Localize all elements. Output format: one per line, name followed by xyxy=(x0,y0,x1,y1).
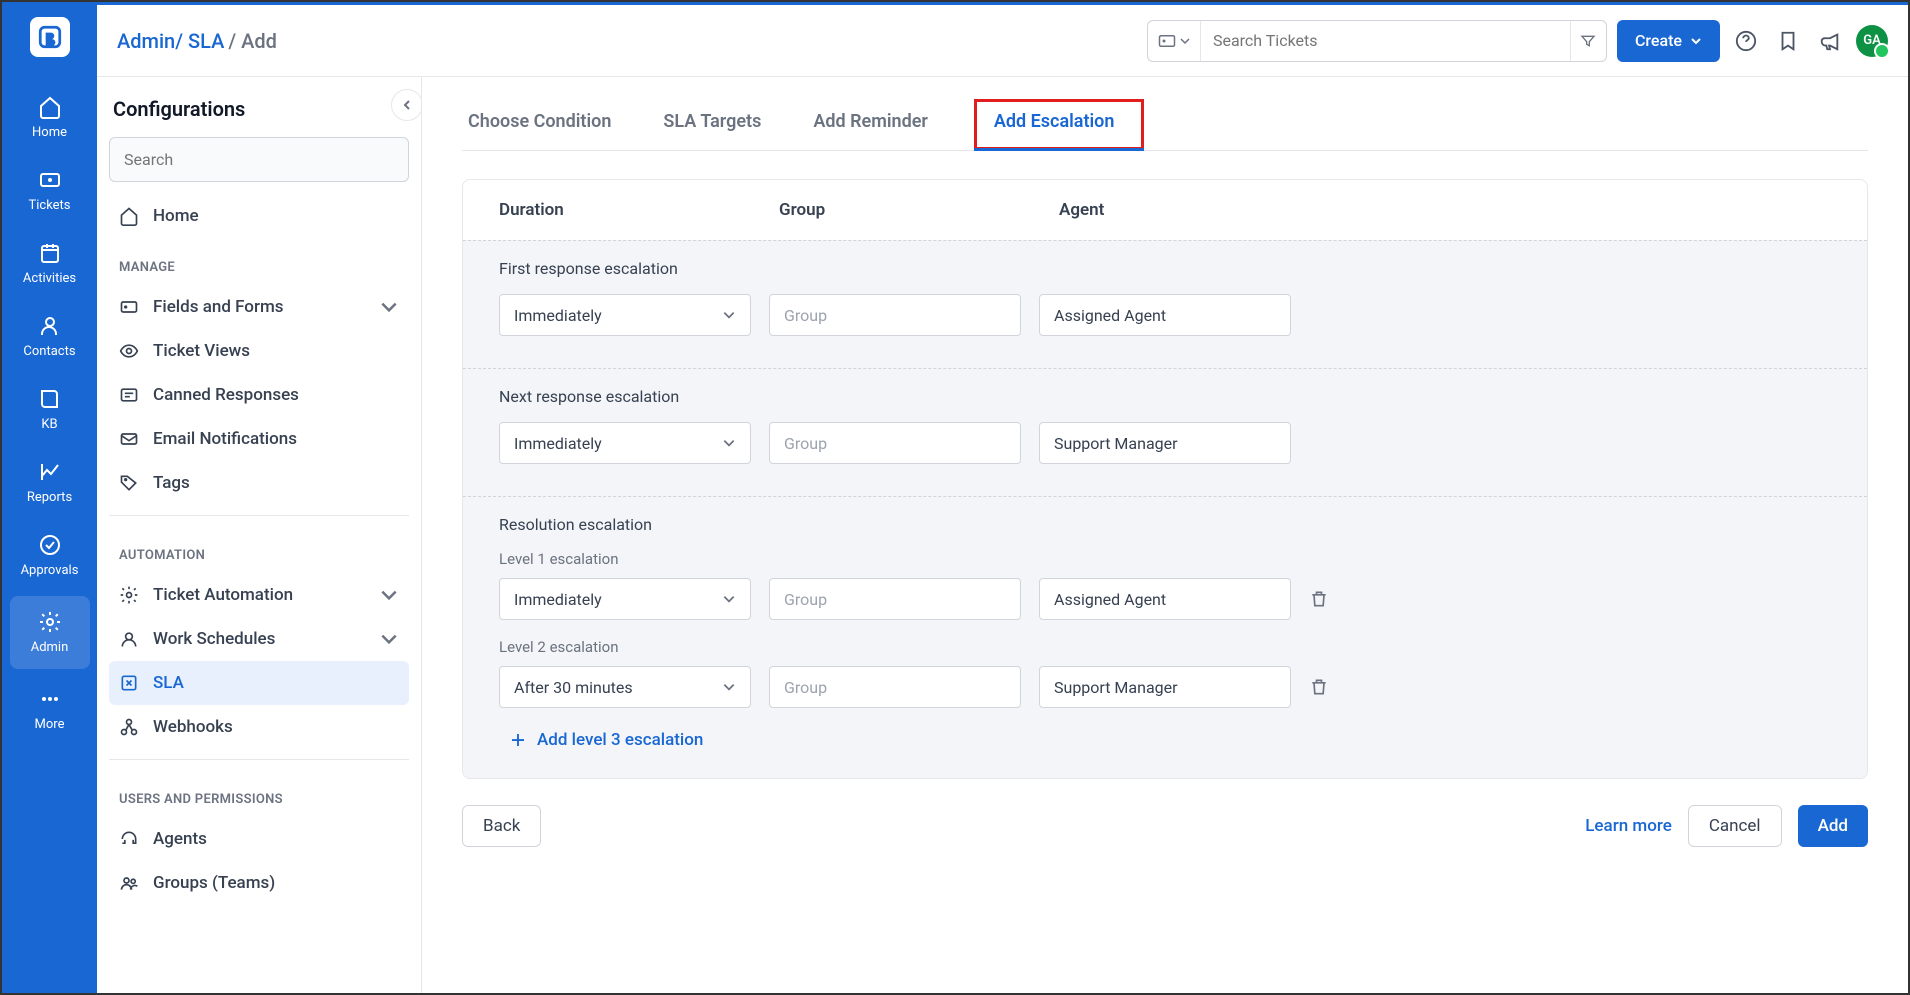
sidebar-item-agents[interactable]: Agents xyxy=(109,817,409,861)
create-button[interactable]: Create xyxy=(1617,20,1720,62)
sidebar-item-work-schedules[interactable]: Work Schedules xyxy=(109,617,409,661)
level1-delete-icon[interactable] xyxy=(1309,589,1329,609)
nav-reports-label: Reports xyxy=(27,490,72,505)
next-agent-input[interactable]: Support Manager xyxy=(1039,422,1291,464)
sidebar-item-tags[interactable]: Tags xyxy=(109,461,409,505)
sidebar-item-canned-responses[interactable]: Canned Responses xyxy=(109,373,409,417)
nav-tickets-label: Tickets xyxy=(28,198,70,213)
sidebar-collapse-button[interactable] xyxy=(391,89,422,121)
level1-duration-select[interactable]: Immediately xyxy=(499,578,751,620)
tab-bar: Choose Condition SLA Targets Add Reminde… xyxy=(462,77,1868,151)
level2-group-input[interactable]: Group xyxy=(769,666,1021,708)
sidebar-item-sla[interactable]: SLA xyxy=(109,661,409,705)
tab-add-reminder[interactable]: Add Reminder xyxy=(807,99,934,150)
resolution-section: Resolution escalation Level 1 escalation… xyxy=(463,496,1867,778)
first-duration-select[interactable]: Immediately xyxy=(499,294,751,336)
learn-more-link[interactable]: Learn more xyxy=(1585,816,1672,836)
column-agent: Agent xyxy=(1059,200,1831,220)
announcement-icon[interactable] xyxy=(1814,25,1846,57)
nav-activities-label: Activities xyxy=(23,271,76,286)
breadcrumb[interactable]: Admin/ SLA / Add xyxy=(117,29,277,53)
sidebar-section-manage: MANAGE xyxy=(109,238,409,285)
column-group: Group xyxy=(779,200,1059,220)
tab-choose-condition[interactable]: Choose Condition xyxy=(462,99,617,150)
column-duration: Duration xyxy=(499,200,779,220)
search-bar[interactable] xyxy=(1147,20,1607,62)
level1-group-input[interactable]: Group xyxy=(769,578,1021,620)
panel-header: Duration Group Agent xyxy=(463,180,1867,240)
sidebar-item-ticket-automation[interactable]: Ticket Automation xyxy=(109,573,409,617)
next-duration-select[interactable]: Immediately xyxy=(499,422,751,464)
nav-kb[interactable]: KB xyxy=(2,373,97,446)
sidebar-item-webhooks[interactable]: Webhooks xyxy=(109,705,409,749)
search-scope-icon[interactable] xyxy=(1148,21,1201,61)
divider xyxy=(109,515,409,516)
sidebar-item-fields-forms[interactable]: Fields and Forms xyxy=(109,285,409,329)
main-panel: Choose Condition SLA Targets Add Reminde… xyxy=(422,77,1908,993)
top-bar: Admin/ SLA / Add Create GA xyxy=(97,5,1908,77)
next-group-input[interactable]: Group xyxy=(769,422,1021,464)
help-icon[interactable] xyxy=(1730,25,1762,57)
nav-more-label: More xyxy=(35,717,65,732)
level2-duration-select[interactable]: After 30 minutes xyxy=(499,666,751,708)
add-level-button[interactable]: Add level 3 escalation xyxy=(509,730,1831,750)
sidebar-title: Configurations xyxy=(109,93,409,137)
divider xyxy=(109,759,409,760)
nav-contacts-label: Contacts xyxy=(23,344,75,359)
breadcrumb-sla[interactable]: SLA xyxy=(188,29,224,53)
bookmark-icon[interactable] xyxy=(1772,25,1804,57)
nav-admin[interactable]: Admin xyxy=(10,596,90,669)
nav-rail: Home Tickets Activities Contacts KB Repo… xyxy=(2,5,97,993)
first-group-input[interactable]: Group xyxy=(769,294,1021,336)
first-agent-input[interactable]: Assigned Agent xyxy=(1039,294,1291,336)
sidebar-section-users: USERS AND PERMISSIONS xyxy=(109,770,409,817)
footer-bar: Back Learn more Cancel Add xyxy=(462,779,1868,887)
breadcrumb-admin[interactable]: Admin xyxy=(117,29,175,53)
level1-title: Level 1 escalation xyxy=(499,550,1831,568)
breadcrumb-add: Add xyxy=(241,29,277,53)
sidebar-section-automation: AUTOMATION xyxy=(109,526,409,573)
nav-tickets[interactable]: Tickets xyxy=(2,154,97,227)
nav-reports[interactable]: Reports xyxy=(2,446,97,519)
first-response-title: First response escalation xyxy=(499,259,1831,278)
tab-sla-targets[interactable]: SLA Targets xyxy=(657,99,767,150)
sidebar-search-input[interactable] xyxy=(109,137,409,182)
add-button[interactable]: Add xyxy=(1798,805,1868,847)
filter-icon[interactable] xyxy=(1570,21,1606,61)
avatar[interactable]: GA xyxy=(1856,25,1888,57)
next-response-title: Next response escalation xyxy=(499,387,1831,406)
back-button[interactable]: Back xyxy=(462,805,541,847)
nav-approvals-label: Approvals xyxy=(21,563,79,578)
search-input[interactable] xyxy=(1201,31,1570,50)
nav-kb-label: KB xyxy=(41,417,57,432)
nav-activities[interactable]: Activities xyxy=(2,227,97,300)
nav-admin-label: Admin xyxy=(31,640,69,655)
nav-home-label: Home xyxy=(32,125,67,140)
resolution-title: Resolution escalation xyxy=(499,515,1831,534)
sidebar-item-groups[interactable]: Groups (Teams) xyxy=(109,861,409,905)
config-sidebar: Configurations Home MANAGE Fields and Fo… xyxy=(97,77,422,993)
nav-approvals[interactable]: Approvals xyxy=(2,519,97,592)
tab-add-escalation[interactable]: Add Escalation xyxy=(974,99,1145,150)
cancel-button[interactable]: Cancel xyxy=(1688,805,1782,847)
app-logo[interactable] xyxy=(30,17,70,57)
next-response-section: Next response escalation Immediately Gro… xyxy=(463,368,1867,496)
escalation-panel: Duration Group Agent First response esca… xyxy=(462,179,1868,779)
nav-more[interactable]: More xyxy=(2,673,97,746)
level2-agent-input[interactable]: Support Manager xyxy=(1039,666,1291,708)
level2-delete-icon[interactable] xyxy=(1309,677,1329,697)
first-response-section: First response escalation Immediately Gr… xyxy=(463,240,1867,368)
sidebar-item-email-notifications[interactable]: Email Notifications xyxy=(109,417,409,461)
sidebar-item-ticket-views[interactable]: Ticket Views xyxy=(109,329,409,373)
nav-home[interactable]: Home xyxy=(2,81,97,154)
sidebar-item-home[interactable]: Home xyxy=(109,194,409,238)
nav-contacts[interactable]: Contacts xyxy=(2,300,97,373)
level2-title: Level 2 escalation xyxy=(499,638,1831,656)
level1-agent-input[interactable]: Assigned Agent xyxy=(1039,578,1291,620)
